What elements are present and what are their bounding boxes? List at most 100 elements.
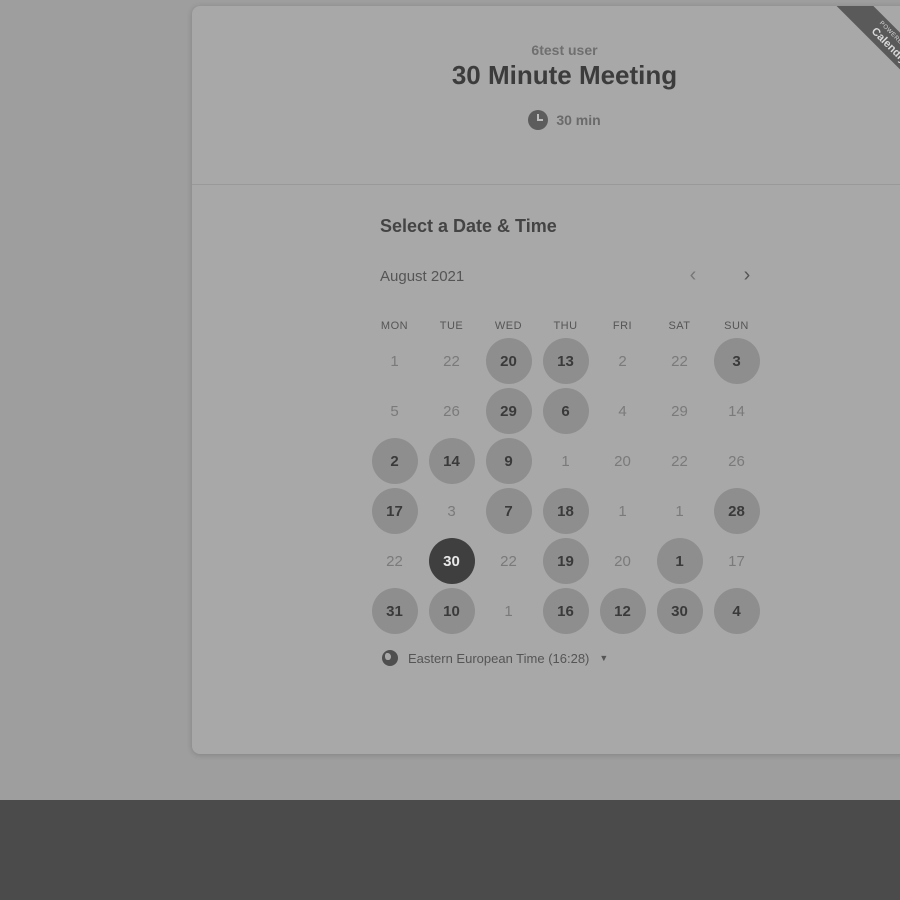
event-header: 6test user 30 Minute Meeting 30 min xyxy=(192,6,900,184)
weekday-label: SAT xyxy=(668,320,691,332)
calendar-cell: 17 xyxy=(366,486,423,536)
picker-title: Select a Date & Time xyxy=(380,216,557,236)
calendar-cell: 5 xyxy=(366,386,423,436)
calendar-cell: 22 xyxy=(651,336,708,386)
unavailable-date: 1 xyxy=(390,352,399,370)
available-date[interactable]: 4 xyxy=(713,588,760,634)
caret-down-icon: ▼ xyxy=(599,653,609,663)
globe-icon xyxy=(382,650,398,666)
event-duration: 30 min xyxy=(192,110,900,130)
timezone-label: Eastern European Time (16:28) xyxy=(408,650,590,666)
calendar-cell: 17 xyxy=(708,536,765,586)
available-date[interactable]: 1 xyxy=(656,538,703,584)
calendar-cell: 7 xyxy=(480,486,537,536)
available-date[interactable]: 30 xyxy=(656,588,703,634)
unavailable-date: 20 xyxy=(614,452,631,470)
unavailable-date: 5 xyxy=(390,402,399,420)
calendar-cell: 4 xyxy=(708,586,765,636)
available-date[interactable]: 18 xyxy=(542,488,589,534)
available-date[interactable]: 16 xyxy=(542,588,589,634)
available-date[interactable]: 10 xyxy=(428,588,475,634)
unavailable-date: 29 xyxy=(671,402,688,420)
calendar-cell: 13 xyxy=(537,336,594,386)
unavailable-date: 22 xyxy=(443,352,460,370)
unavailable-date: 3 xyxy=(447,502,456,520)
calendar-cell: 20 xyxy=(594,536,651,586)
calendar-cell: 10 xyxy=(423,586,480,636)
unavailable-date: 22 xyxy=(500,552,517,570)
calendar-cell: 18 xyxy=(537,486,594,536)
duration-label: 30 min xyxy=(556,112,601,128)
unavailable-date: 4 xyxy=(618,402,627,420)
calendar-cell: 4 xyxy=(594,386,651,436)
date-picker: Select a Date & Time August 2021 ‹ › MON… xyxy=(362,202,782,692)
calendar-cell: 29 xyxy=(480,386,537,436)
available-date[interactable]: 12 xyxy=(599,588,646,634)
unavailable-date: 14 xyxy=(728,402,745,420)
calendar-cell: 14 xyxy=(708,386,765,436)
unavailable-date: 1 xyxy=(675,502,684,520)
calendar-cell: 22 xyxy=(480,536,537,586)
available-date[interactable]: 31 xyxy=(371,588,418,634)
weekday-label: WED xyxy=(494,320,523,332)
available-date[interactable]: 14 xyxy=(428,438,475,484)
calendar-cell: 30 xyxy=(651,586,708,636)
chevron-left-icon[interactable]: ‹ xyxy=(680,262,706,288)
calendar-cell: 22 xyxy=(423,336,480,386)
calendar-cell: 3 xyxy=(423,486,480,536)
calendar-cell: 14 xyxy=(423,436,480,486)
calendar-grid: 1 22 20 13 2 22 3 5 26 29 6 4 29 14 2 14 9 1 20 22 26 17 3 7 18 1… xyxy=(366,336,766,636)
calendar-cell: 1 xyxy=(651,536,708,586)
calendar-cell: 30 xyxy=(423,536,480,586)
weekday-label: THU xyxy=(553,320,578,332)
weekday-label: MON xyxy=(380,320,409,332)
calendar-cell: 2 xyxy=(594,336,651,386)
selected-date[interactable]: 30 xyxy=(428,538,475,584)
calendar-cell: 29 xyxy=(651,386,708,436)
calendar-cell: 28 xyxy=(708,486,765,536)
calendar-cell: 1 xyxy=(366,336,423,386)
available-date[interactable]: 9 xyxy=(485,438,532,484)
calendar-cell: 6 xyxy=(537,386,594,436)
available-date[interactable]: 6 xyxy=(542,388,589,434)
weekday-label: FRI xyxy=(612,320,633,332)
unavailable-date: 1 xyxy=(504,602,513,620)
weekday-label: SUN xyxy=(724,320,749,332)
calendar-cell: 1 xyxy=(594,486,651,536)
calendar-cell: 3 xyxy=(708,336,765,386)
calendar-cell: 2 xyxy=(366,436,423,486)
calendar-cell: 22 xyxy=(651,436,708,486)
available-date[interactable]: 13 xyxy=(542,338,589,384)
unavailable-date: 17 xyxy=(728,552,745,570)
available-date[interactable]: 20 xyxy=(485,338,532,384)
clock-icon xyxy=(528,110,549,130)
available-date[interactable]: 19 xyxy=(542,538,589,584)
unavailable-date: 1 xyxy=(618,502,627,520)
available-date[interactable]: 28 xyxy=(713,488,760,534)
event-title: 30 Minute Meeting xyxy=(451,60,678,90)
month-label: August 2021 xyxy=(380,268,465,285)
chevron-right-icon[interactable]: › xyxy=(734,262,760,288)
unavailable-date: 22 xyxy=(671,452,688,470)
calendar-cell: 1 xyxy=(651,486,708,536)
available-date[interactable]: 2 xyxy=(371,438,418,484)
calendar-cell: 1 xyxy=(480,586,537,636)
calendar-cell: 19 xyxy=(537,536,594,586)
calendar-cell: 20 xyxy=(594,436,651,486)
calendar-cell: 26 xyxy=(708,436,765,486)
available-date[interactable]: 7 xyxy=(485,488,532,534)
calendar-cell: 22 xyxy=(366,536,423,586)
available-date[interactable]: 29 xyxy=(485,388,532,434)
unavailable-date: 22 xyxy=(386,552,403,570)
available-date[interactable]: 17 xyxy=(371,488,418,534)
event-owner: 6test user xyxy=(531,42,598,58)
available-date[interactable]: 3 xyxy=(713,338,760,384)
unavailable-date: 22 xyxy=(671,352,688,370)
weekday-header: MON TUE WED THU FRI SAT SUN xyxy=(366,320,766,336)
calendar-cell: 12 xyxy=(594,586,651,636)
timezone-selector[interactable]: Eastern European Time (16:28) ▼ xyxy=(382,650,608,666)
calendar-cell: 9 xyxy=(480,436,537,486)
unavailable-date: 20 xyxy=(614,552,631,570)
unavailable-date: 26 xyxy=(728,452,745,470)
calendar-cell: 31 xyxy=(366,586,423,636)
